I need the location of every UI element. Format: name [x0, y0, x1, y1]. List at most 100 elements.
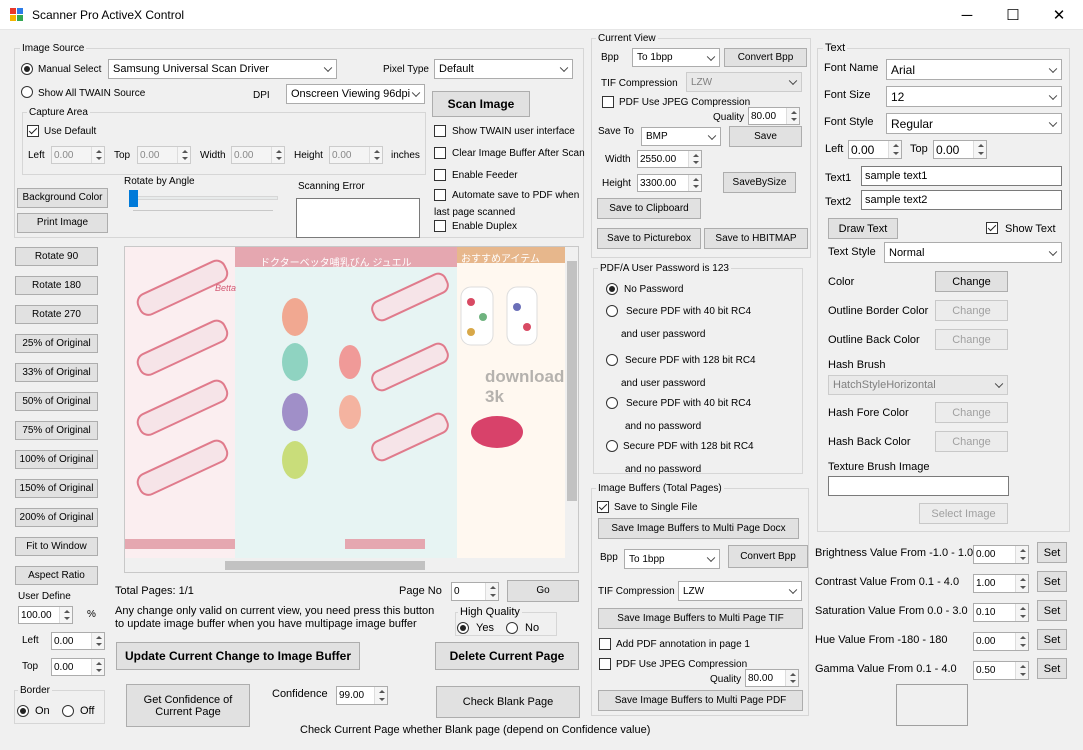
cv-tif-select[interactable]: LZW — [686, 72, 802, 92]
enable-feeder-checkbox[interactable] — [434, 169, 446, 181]
save-picturebox-button[interactable]: Save to Picturebox — [597, 228, 701, 249]
hash-fore-change-button[interactable]: Change — [935, 402, 1008, 423]
high-quality-no-radio[interactable] — [506, 622, 518, 634]
adjust-input-2[interactable]: 0.10 — [973, 603, 1029, 622]
border-off-radio[interactable] — [62, 705, 74, 717]
left-button-7[interactable]: 100% of Original — [15, 450, 98, 469]
enable-duplex-checkbox[interactable] — [434, 220, 446, 232]
capture-top-input[interactable]: 0.00 — [137, 146, 191, 164]
left-button-6[interactable]: 75% of Original — [15, 421, 98, 440]
hash-back-change-button[interactable]: Change — [935, 431, 1008, 452]
adjust-input-1[interactable]: 1.00 — [973, 574, 1029, 593]
left-button-10[interactable]: Fit to Window — [15, 537, 98, 556]
adjust-set-button-3[interactable]: Set — [1037, 629, 1067, 650]
show-text-checkbox[interactable] — [986, 222, 998, 234]
outline-back-change-button[interactable]: Change — [935, 329, 1008, 350]
left-button-8[interactable]: 150% of Original — [15, 479, 98, 498]
confidence-input[interactable]: 99.00 — [336, 686, 388, 705]
get-confidence-button[interactable]: Get Confidence of Current Page — [126, 684, 250, 727]
user-define-input[interactable]: 100.00 — [18, 606, 73, 624]
capture-left-input[interactable]: 0.00 — [51, 146, 105, 164]
cv-bpp-select[interactable]: To 1bpp — [632, 48, 720, 67]
left-button-2[interactable]: Rotate 270 — [15, 305, 98, 324]
left-button-1[interactable]: Rotate 180 — [15, 276, 98, 295]
check-blank-button[interactable]: Check Blank Page — [436, 686, 580, 718]
outline-border-change-button[interactable]: Change — [935, 300, 1008, 321]
use-default-checkbox[interactable] — [27, 125, 39, 137]
background-color-button[interactable]: Background Color — [17, 188, 108, 208]
ib-bpp-select[interactable]: To 1bpp — [624, 549, 720, 569]
scan-image-button[interactable]: Scan Image — [432, 91, 530, 117]
font-style-select[interactable]: Regular — [886, 113, 1062, 134]
save-tif-button[interactable]: Save Image Buffers to Multi Page TIF — [598, 608, 803, 629]
border-on-radio[interactable] — [17, 705, 29, 717]
pdfa-radio-2[interactable] — [606, 354, 618, 366]
capture-height-input[interactable]: 0.00 — [329, 146, 383, 164]
save-hbitmap-button[interactable]: Save to HBITMAP — [704, 228, 808, 249]
draw-text-button[interactable]: Draw Text — [828, 218, 898, 239]
left-button-0[interactable]: Rotate 90 — [15, 247, 98, 266]
pdfa-radio-0[interactable] — [606, 283, 618, 295]
pdfa-radio-3[interactable] — [606, 397, 618, 409]
cv-save-to-select[interactable]: BMP — [641, 127, 721, 146]
horizontal-scrollbar[interactable] — [125, 558, 578, 572]
hash-brush-select[interactable]: HatchStyleHorizontal — [828, 375, 1008, 395]
ib-quality-input[interactable]: 80.00 — [745, 669, 799, 687]
left-button-3[interactable]: 25% of Original — [15, 334, 98, 353]
text-left-input[interactable]: 0.00 — [848, 140, 902, 159]
maximize-button[interactable]: ☐ — [990, 0, 1036, 30]
left-button-11[interactable]: Aspect Ratio — [15, 566, 98, 585]
close-button[interactable]: ✕ — [1036, 0, 1082, 30]
automate-save-checkbox[interactable] — [434, 189, 446, 201]
cv-pdf-jpeg-checkbox[interactable] — [602, 96, 614, 108]
adjust-input-3[interactable]: 0.00 — [973, 632, 1029, 651]
user-left-input[interactable]: 0.00 — [51, 632, 105, 650]
go-button[interactable]: Go — [507, 580, 579, 602]
pdfa-radio-1[interactable] — [606, 305, 618, 317]
cv-convert-bpp-button[interactable]: Convert Bpp — [724, 48, 807, 67]
adjust-input-4[interactable]: 0.50 — [973, 661, 1029, 680]
driver-select[interactable]: Samsung Universal Scan Driver — [108, 59, 337, 79]
cv-save-by-size-button[interactable]: SaveBySize — [723, 172, 796, 193]
text2-input[interactable]: sample text2 — [861, 190, 1062, 210]
left-button-5[interactable]: 50% of Original — [15, 392, 98, 411]
cv-quality-input[interactable]: 80.00 — [748, 107, 800, 125]
save-clipboard-button[interactable]: Save to Clipboard — [597, 198, 701, 219]
adjust-set-button-1[interactable]: Set — [1037, 571, 1067, 592]
color-change-button[interactable]: Change — [935, 271, 1008, 292]
texture-input[interactable] — [828, 476, 1009, 496]
ib-pdf-jpeg-checkbox[interactable] — [599, 658, 611, 670]
update-buffer-button[interactable]: Update Current Change to Image Buffer — [116, 642, 360, 670]
save-docx-button[interactable]: Save Image Buffers to Multi Page Docx — [598, 518, 799, 539]
text-style-select[interactable]: Normal — [884, 242, 1062, 263]
font-size-select[interactable]: 12 — [886, 86, 1062, 107]
ib-tif-select[interactable]: LZW — [678, 581, 802, 601]
add-annotation-checkbox[interactable] — [599, 638, 611, 650]
adjust-set-button-0[interactable]: Set — [1037, 542, 1067, 563]
dpi-select[interactable]: Onscreen Viewing 96dpi — [286, 84, 425, 104]
adjust-set-button-2[interactable]: Set — [1037, 600, 1067, 621]
show-twain-ui-checkbox[interactable] — [434, 125, 446, 137]
cv-width-input[interactable]: 2550.00 — [637, 150, 702, 168]
vertical-scroll-thumb[interactable] — [567, 261, 577, 501]
clear-buffer-checkbox[interactable] — [434, 147, 446, 159]
high-quality-yes-radio[interactable] — [457, 622, 469, 634]
text-top-input[interactable]: 0.00 — [933, 140, 987, 159]
rotate-angle-slider[interactable] — [129, 190, 138, 207]
print-image-button[interactable]: Print Image — [17, 213, 108, 233]
page-no-input[interactable]: 0 — [451, 582, 499, 601]
capture-width-input[interactable]: 0.00 — [231, 146, 285, 164]
text1-input[interactable]: sample text1 — [861, 166, 1062, 186]
delete-page-button[interactable]: Delete Current Page — [435, 642, 579, 670]
save-pdf-button[interactable]: Save Image Buffers to Multi Page PDF — [598, 690, 803, 711]
horizontal-scroll-thumb[interactable] — [225, 561, 425, 570]
left-button-9[interactable]: 200% of Original — [15, 508, 98, 527]
pixel-type-select[interactable]: Default — [434, 59, 573, 79]
adjust-set-button-4[interactable]: Set — [1037, 658, 1067, 679]
font-name-select[interactable]: Arial — [886, 59, 1062, 80]
minimize-button[interactable]: ─ — [944, 0, 990, 30]
user-top-input[interactable]: 0.00 — [51, 658, 105, 676]
vertical-scrollbar[interactable] — [565, 247, 578, 558]
pdfa-radio-4[interactable] — [606, 440, 618, 452]
show-all-twain-radio[interactable] — [21, 86, 33, 98]
